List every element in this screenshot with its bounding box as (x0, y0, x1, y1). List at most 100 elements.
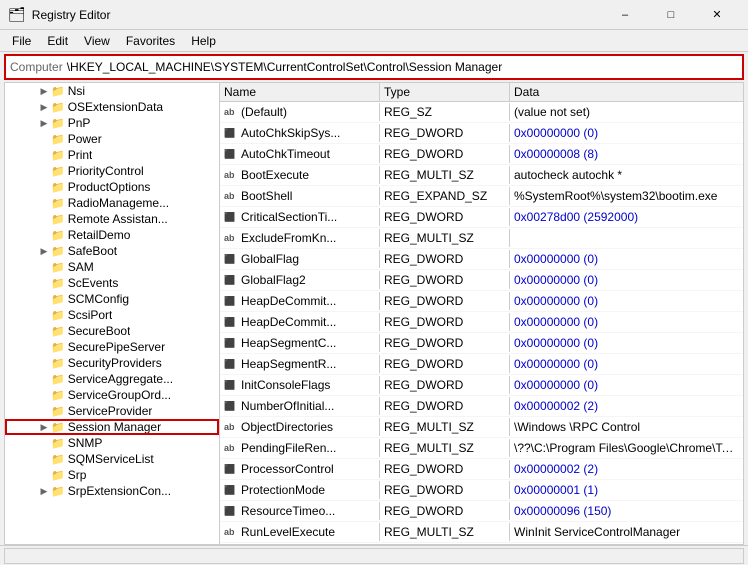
value-row[interactable]: ⬛AutoChkTimeoutREG_DWORD0x00000008 (8) (220, 144, 743, 165)
menu-item-file[interactable]: File (4, 32, 39, 50)
tree-item[interactable]: 📁SecurePipeServer (5, 339, 219, 355)
tree-item[interactable]: 📁ScsiPort (5, 307, 219, 323)
value-data-cell: 0x00000008 (8) (510, 145, 743, 163)
value-name-cell: abBootExecute (220, 166, 380, 184)
folder-icon: 📁 (51, 469, 65, 482)
value-row[interactable]: abObjectDirectoriesREG_MULTI_SZ\Windows … (220, 417, 743, 438)
value-row[interactable]: abBootShellREG_EXPAND_SZ%SystemRoot%\sys… (220, 186, 743, 207)
tree-indent (5, 404, 37, 418)
tree-item[interactable]: ▶📁SafeBoot (5, 243, 219, 259)
minimize-button[interactable]: – (602, 0, 648, 30)
tree-item[interactable]: 📁SCMConfig (5, 291, 219, 307)
folder-icon: 📁 (51, 101, 65, 114)
tree-item[interactable]: 📁SQMServiceList (5, 451, 219, 467)
tree-item-label: RadioManageme... (68, 196, 169, 210)
folder-icon: 📁 (51, 341, 65, 354)
menu-item-favorites[interactable]: Favorites (118, 32, 183, 50)
tree-item[interactable]: 📁ServiceAggregate... (5, 371, 219, 387)
value-name-label: AutoChkTimeout (241, 147, 330, 161)
menu-item-view[interactable]: View (76, 32, 118, 50)
value-row[interactable]: ⬛HeapDeCommit...REG_DWORD0x00000000 (0) (220, 312, 743, 333)
value-row[interactable]: ⬛ProcessorControlREG_DWORD0x00000002 (2) (220, 459, 743, 480)
tree-indent (5, 292, 37, 306)
tree-item-label: SrpExtensionCon... (68, 484, 171, 498)
tree-item[interactable]: 📁Remote Assistan... (5, 211, 219, 227)
tree-indent (5, 228, 37, 242)
value-type-cell: REG_DWORD (380, 250, 510, 268)
menu-item-help[interactable]: Help (183, 32, 224, 50)
tree-item[interactable]: ▶📁Nsi (5, 83, 219, 99)
registry-value-icon: ab (224, 107, 238, 117)
tree-item[interactable]: 📁Power (5, 131, 219, 147)
tree-item[interactable]: ▶📁Session Manager (5, 419, 219, 435)
value-row[interactable]: abExcludeFromKn...REG_MULTI_SZ (220, 228, 743, 249)
tree-item-label: SecurePipeServer (68, 340, 165, 354)
tree-item[interactable]: 📁ServiceProvider (5, 403, 219, 419)
value-row[interactable]: ⬛AutoChkSkipSys...REG_DWORD0x00000000 (0… (220, 123, 743, 144)
tree-item[interactable]: 📁Srp (5, 467, 219, 483)
tree-item[interactable]: 📁SecureBoot (5, 323, 219, 339)
tree-item[interactable]: 📁RetailDemo (5, 227, 219, 243)
value-row[interactable]: ⬛InitConsoleFlagsREG_DWORD0x00000000 (0) (220, 375, 743, 396)
app-title: Registry Editor (32, 8, 111, 22)
value-data-cell: %SystemRoot%\system32\bootim.exe (510, 187, 743, 205)
tree-item[interactable]: 📁SNMP (5, 435, 219, 451)
value-name-label: GlobalFlag (241, 252, 299, 266)
close-button[interactable]: ✕ (694, 0, 740, 30)
tree-indent (5, 420, 37, 434)
folder-icon: 📁 (51, 117, 65, 130)
value-row[interactable]: ⬛HeapSegmentR...REG_DWORD0x00000000 (0) (220, 354, 743, 375)
tree-item[interactable]: ▶📁PnP (5, 115, 219, 131)
tree-item[interactable]: 📁ServiceGroupOrd... (5, 387, 219, 403)
value-row[interactable]: ab(Default)REG_SZ(value not set) (220, 102, 743, 123)
tree-item[interactable]: 📁Print (5, 147, 219, 163)
value-type-cell: REG_DWORD (380, 376, 510, 394)
address-bar[interactable]: Computer \HKEY_LOCAL_MACHINE\SYSTEM\Curr… (4, 54, 744, 80)
value-row[interactable]: ⬛HeapSegmentC...REG_DWORD0x00000000 (0) (220, 333, 743, 354)
folder-icon: 📁 (51, 165, 65, 178)
tree-item-label: PnP (68, 116, 91, 130)
folder-icon: 📁 (51, 197, 65, 210)
tree-item[interactable]: ▶📁SrpExtensionCon... (5, 483, 219, 499)
value-row[interactable]: ⬛ResourceTimeo...REG_DWORD0x00000096 (15… (220, 501, 743, 522)
tree-indent (5, 356, 37, 370)
tree-indent (5, 116, 37, 130)
value-row[interactable]: abRunLevelExecuteREG_MULTI_SZWinInit Ser… (220, 522, 743, 543)
value-row[interactable]: ⬛GlobalFlagREG_DWORD0x00000000 (0) (220, 249, 743, 270)
value-name-label: ResourceTimeo... (241, 504, 335, 518)
tree-indent (5, 468, 37, 482)
value-row[interactable]: ⬛HeapDeCommit...REG_DWORD0x00000000 (0) (220, 291, 743, 312)
value-row[interactable]: abBootExecuteREG_MULTI_SZautocheck autoc… (220, 165, 743, 186)
menu-item-edit[interactable]: Edit (39, 32, 76, 50)
tree-item[interactable]: 📁ProductOptions (5, 179, 219, 195)
value-data-cell: 0x00000000 (0) (510, 334, 743, 352)
tree-arrow-icon: ▶ (37, 422, 51, 433)
tree-item-label: PriorityControl (68, 164, 144, 178)
value-row[interactable]: abPendingFileRen...REG_MULTI_SZ\??\C:\Pr… (220, 438, 743, 459)
value-type-cell: REG_DWORD (380, 460, 510, 478)
value-data-cell: 0x00000000 (0) (510, 355, 743, 373)
tree-item[interactable]: 📁SecurityProviders (5, 355, 219, 371)
tree-indent (5, 196, 37, 210)
tree-item[interactable]: ▶📁OSExtensionData (5, 99, 219, 115)
registry-value-icon: ⬛ (224, 212, 238, 223)
folder-icon: 📁 (51, 85, 65, 98)
value-row[interactable]: ⬛ProtectionModeREG_DWORD0x00000001 (1) (220, 480, 743, 501)
value-row[interactable]: ⬛GlobalFlag2REG_DWORD0x00000000 (0) (220, 270, 743, 291)
folder-icon: 📁 (51, 213, 65, 226)
value-type-cell: REG_MULTI_SZ (380, 418, 510, 436)
tree-item[interactable]: 📁RadioManageme... (5, 195, 219, 211)
tree-indent (5, 164, 37, 178)
horizontal-scrollbar[interactable] (4, 548, 744, 564)
maximize-button[interactable]: □ (648, 0, 694, 30)
folder-icon: 📁 (51, 405, 65, 418)
value-row[interactable]: ⬛NumberOfInitial...REG_DWORD0x00000002 (… (220, 396, 743, 417)
value-name-label: RunLevelExecute (241, 525, 335, 539)
tree-item[interactable]: 📁SAM (5, 259, 219, 275)
value-row[interactable]: abRunLevelValidateREG_MULTI_SZServiceCon… (220, 543, 743, 544)
tree-item[interactable]: 📁PriorityControl (5, 163, 219, 179)
folder-icon: 📁 (51, 133, 65, 146)
value-data-cell: 0x00278d00 (2592000) (510, 208, 743, 226)
tree-item[interactable]: 📁ScEvents (5, 275, 219, 291)
value-row[interactable]: ⬛CriticalSectionTi...REG_DWORD0x00278d00… (220, 207, 743, 228)
